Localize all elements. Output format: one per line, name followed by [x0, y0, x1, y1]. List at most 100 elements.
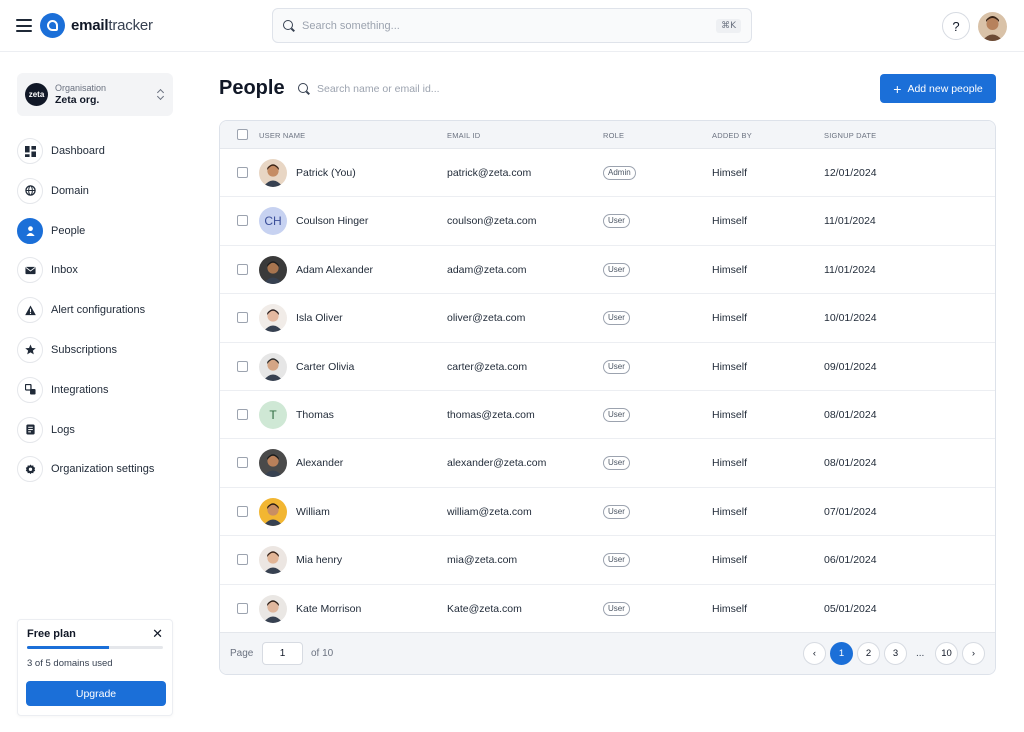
row-checkbox[interactable]	[237, 602, 248, 614]
sidebar-item-alert-configurations[interactable]: Alert configurations	[17, 297, 187, 324]
row-checkbox[interactable]	[237, 554, 248, 566]
sidebar-item-organization-settings[interactable]: Organization settings	[17, 456, 187, 483]
integrations-icon	[17, 376, 43, 403]
help-button[interactable]: ?	[942, 12, 970, 40]
sidebar-item-label: People	[51, 224, 86, 237]
table-header: USER NAME EMAIL ID ROLE ADDED BY SIGNUP …	[220, 121, 995, 149]
global-search[interactable]: ⌘K	[272, 8, 752, 43]
table-row[interactable]: Patrick (You) patrick@zeta.com Admin Himsel…	[220, 149, 995, 198]
user-name: Isla Oliver	[296, 312, 343, 325]
plan-usage-fill	[27, 646, 109, 649]
row-checkbox[interactable]	[237, 263, 248, 275]
user-email: william@zeta.com	[447, 505, 532, 518]
avatar: T	[259, 400, 287, 429]
user-avatar-image	[978, 12, 1007, 41]
added-by: Himself	[712, 360, 748, 373]
table-row[interactable]: T Thomas thomas@zeta.com User Himself 08/01/2…	[220, 391, 995, 440]
close-icon[interactable]: ✕	[152, 627, 163, 640]
row-checkbox[interactable]	[237, 312, 248, 324]
row-checkbox[interactable]	[237, 505, 248, 517]
added-by: Himself	[712, 505, 748, 518]
global-search-input[interactable]	[302, 19, 717, 32]
table-row[interactable]: Adam Alexander adam@zeta.com User Himself 11…	[220, 246, 995, 295]
table-row[interactable]: Carter Olivia carter@zeta.com User Himself 0…	[220, 343, 995, 391]
table-row[interactable]: Kate Morrison Kate@zeta.com User Himself 05/…	[220, 585, 995, 633]
dashboard-icon	[17, 138, 43, 164]
page-of-label: of 10	[311, 648, 334, 659]
signup-date: 08/01/2024	[824, 408, 877, 421]
avatar	[259, 352, 287, 381]
page-button-2[interactable]: 2	[857, 642, 880, 665]
avatar	[259, 497, 287, 526]
table-row[interactable]: Alexander alexander@zeta.com User Himself 08…	[220, 439, 995, 488]
user-email: mia@zeta.com	[447, 554, 518, 567]
user-name: William	[296, 505, 330, 518]
sidebar-item-label: Logs	[51, 423, 75, 436]
people-search-input[interactable]	[317, 83, 507, 95]
col-email-id[interactable]: EMAIL ID	[447, 131, 480, 140]
sidebar-item-subscriptions[interactable]: Subscriptions	[17, 336, 187, 363]
row-checkbox[interactable]	[237, 408, 248, 420]
user-icon	[17, 217, 43, 244]
role-badge: User	[603, 456, 630, 471]
add-new-people-button[interactable]: + Add new people	[880, 74, 996, 103]
user-name: Thomas	[296, 408, 334, 421]
col-user-name[interactable]: USER NAME	[259, 131, 305, 140]
avatar	[259, 546, 287, 575]
user-email: carter@zeta.com	[447, 360, 528, 373]
avatar	[259, 449, 287, 478]
user-avatar[interactable]	[978, 12, 1007, 41]
sidebar-item-dashboard[interactable]: Dashboard	[17, 138, 187, 164]
sidebar-item-domain[interactable]: Domain	[17, 177, 187, 204]
table-row[interactable]: CH Coulson Hinger coulson@zeta.com User Hims…	[220, 197, 995, 246]
signup-date: 12/01/2024	[824, 167, 877, 179]
sidebar-nav: Dashboard Domain People Inbox Alert configur…	[17, 138, 187, 496]
avatar	[259, 594, 287, 623]
menu-icon[interactable]	[16, 19, 32, 32]
people-table: USER NAME EMAIL ID ROLE ADDED BY SIGNUP …	[219, 120, 996, 675]
added-by: Himself	[712, 457, 748, 470]
logs-icon	[17, 416, 43, 443]
row-checkbox[interactable]	[237, 457, 248, 469]
page-input[interactable]	[262, 642, 303, 665]
sidebar-item-label: Organization settings	[51, 463, 155, 476]
sidebar-item-integrations[interactable]: Integrations	[17, 376, 187, 403]
search-icon	[283, 19, 295, 32]
brand-logo[interactable]: emailtracker	[40, 13, 153, 38]
sidebar-item-label: Domain	[51, 184, 89, 197]
organisation-switcher[interactable]: zeta Organisation Zeta org.	[17, 73, 173, 116]
row-checkbox[interactable]	[237, 360, 248, 372]
prev-page-button[interactable]: ‹	[803, 642, 826, 665]
select-all-checkbox[interactable]	[237, 129, 248, 140]
page-button-3[interactable]: 3	[884, 642, 907, 665]
next-page-button[interactable]: ›	[962, 642, 985, 665]
row-checkbox[interactable]	[237, 215, 248, 227]
search-icon	[298, 83, 310, 95]
sidebar-item-logs[interactable]: Logs	[17, 416, 187, 443]
user-name: Mia henry	[296, 554, 343, 567]
role-badge: User	[603, 214, 630, 229]
page-button-1[interactable]: 1	[830, 642, 853, 665]
signup-date: 06/01/2024	[824, 554, 877, 567]
pagination: Page of 10 ‹ 1 2 3 ... 10 ›	[220, 632, 995, 674]
table-row[interactable]: William william@zeta.com User Himself 07/01/…	[220, 488, 995, 537]
plan-usage-text: 3 of 5 domains used	[27, 658, 113, 669]
col-signup-date[interactable]: SIGNUP DATE	[824, 131, 876, 140]
logo-icon	[40, 13, 65, 38]
sidebar-item-inbox[interactable]: Inbox	[17, 257, 187, 284]
col-added-by[interactable]: ADDED BY	[712, 131, 752, 140]
plan-card: Free plan ✕ 3 of 5 domains used Upgrade	[17, 619, 173, 716]
people-search[interactable]	[298, 80, 518, 98]
sidebar-item-people[interactable]: People	[17, 217, 187, 244]
mail-icon	[17, 257, 43, 284]
user-email: alexander@zeta.com	[447, 457, 547, 470]
added-by: Himself	[712, 312, 748, 325]
role-badge: User	[603, 553, 630, 568]
table-row[interactable]: Mia henry mia@zeta.com User Himself 06/01/20…	[220, 536, 995, 585]
upgrade-button[interactable]: Upgrade	[26, 681, 166, 706]
row-checkbox[interactable]	[237, 167, 248, 178]
table-row[interactable]: Isla Oliver oliver@zeta.com User Himself 10/…	[220, 294, 995, 343]
col-role[interactable]: ROLE	[603, 131, 624, 140]
page-button-10[interactable]: 10	[935, 642, 958, 665]
star-icon	[17, 336, 43, 363]
